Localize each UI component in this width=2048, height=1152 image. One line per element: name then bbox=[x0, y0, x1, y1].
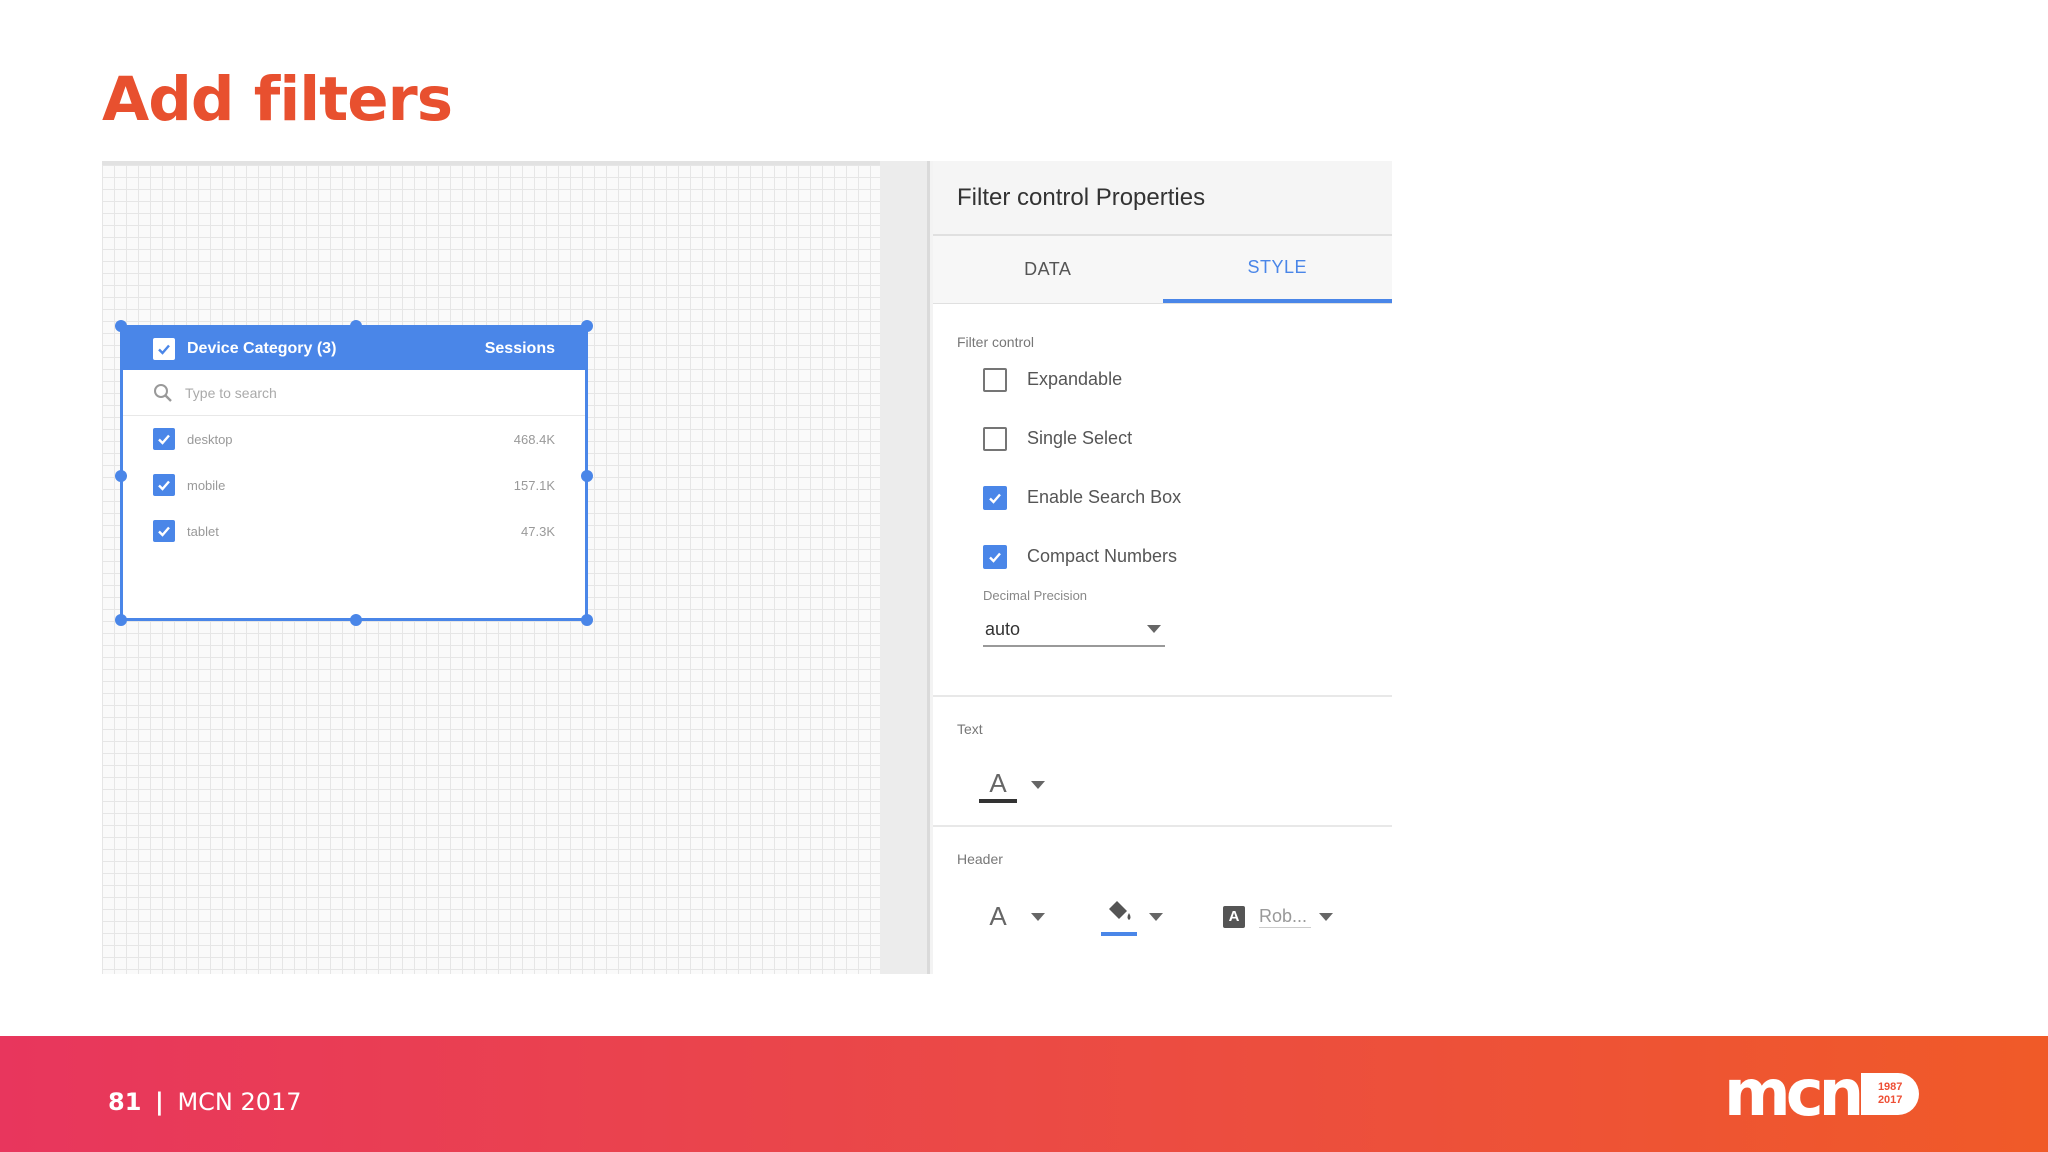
header-font-color-picker[interactable]: A bbox=[979, 901, 1045, 932]
text-section: Text A bbox=[933, 697, 1392, 827]
check-icon bbox=[158, 434, 170, 445]
resize-handle-bottom-right[interactable] bbox=[581, 614, 593, 626]
check-icon bbox=[158, 526, 170, 537]
check-icon bbox=[989, 493, 1001, 504]
resize-handle-bottom-left[interactable] bbox=[115, 614, 127, 626]
header-fill-color-picker[interactable] bbox=[1101, 897, 1163, 936]
page-info: 81 | MCN 2017 bbox=[108, 1088, 302, 1116]
event-name: MCN 2017 bbox=[177, 1088, 302, 1116]
check-icon bbox=[158, 344, 170, 355]
option-expandable[interactable]: Expandable bbox=[957, 350, 1392, 409]
option-compact-numbers[interactable]: Compact Numbers bbox=[957, 527, 1392, 586]
app-screenshot: Device Category (3) Sessions Type to sea… bbox=[102, 161, 1392, 974]
compact-numbers-checkbox[interactable] bbox=[983, 544, 1007, 569]
row-label: desktop bbox=[187, 431, 233, 447]
single-select-checkbox[interactable] bbox=[983, 426, 1007, 451]
logo-year-badge: 1987 2017 bbox=[1861, 1073, 1920, 1115]
page-separator: | bbox=[155, 1088, 164, 1116]
resize-handle-bottom[interactable] bbox=[350, 614, 362, 626]
logo-badge-bottom: 2017 bbox=[1877, 1094, 1903, 1106]
chevron-down-icon bbox=[1031, 781, 1045, 789]
option-label: Compact Numbers bbox=[1027, 546, 1178, 566]
option-label: Enable Search Box bbox=[1027, 487, 1182, 507]
properties-panel: Filter control Properties DATA STYLE Fil… bbox=[933, 161, 1392, 974]
row-label: mobile bbox=[187, 477, 226, 493]
resize-handle-left[interactable] bbox=[115, 470, 127, 482]
filter-row[interactable]: tablet 47.3K bbox=[123, 508, 585, 554]
font-color-icon: A bbox=[979, 767, 1017, 803]
enable-search-box-checkbox[interactable] bbox=[983, 485, 1007, 510]
select-all-checkbox[interactable] bbox=[153, 338, 175, 360]
resize-handle-top[interactable] bbox=[350, 320, 362, 332]
filter-row[interactable]: desktop 468.4K bbox=[123, 416, 585, 462]
resize-handle-right[interactable] bbox=[581, 470, 593, 482]
resize-handle-top-left[interactable] bbox=[115, 320, 127, 332]
decimal-precision-select[interactable]: auto bbox=[983, 613, 1165, 647]
font-family-value: Rob... bbox=[1259, 906, 1311, 928]
search-placeholder: Type to search bbox=[185, 384, 277, 401]
section-label-text: Text bbox=[957, 721, 983, 737]
font-color-icon: A bbox=[989, 901, 1007, 931]
slide-title: Add filters bbox=[102, 64, 453, 135]
header-font-family-select[interactable]: A Rob... bbox=[1223, 905, 1333, 928]
row-checkbox[interactable] bbox=[153, 474, 175, 496]
filter-widget-metric: Sessions bbox=[484, 340, 555, 357]
option-label: Single Select bbox=[1027, 428, 1133, 448]
report-canvas[interactable]: Device Category (3) Sessions Type to sea… bbox=[102, 161, 880, 974]
font-family-icon: A bbox=[1223, 905, 1245, 928]
option-label: Expandable bbox=[1027, 369, 1123, 389]
search-icon bbox=[154, 383, 172, 402]
header-controls: A A Rob... bbox=[957, 897, 1392, 936]
section-label-header: Header bbox=[957, 851, 1003, 867]
logo-badge-top: 1987 bbox=[1877, 1081, 1903, 1093]
filter-row[interactable]: mobile 157.1K bbox=[123, 462, 585, 508]
chevron-down-icon bbox=[1319, 912, 1333, 921]
panel-title: Filter control Properties bbox=[933, 161, 1392, 236]
filter-search-box[interactable]: Type to search bbox=[123, 370, 585, 416]
row-value: 157.1K bbox=[513, 477, 555, 493]
option-enable-search-box[interactable]: Enable Search Box bbox=[957, 468, 1392, 527]
row-value: 468.4K bbox=[513, 431, 555, 447]
tab-data[interactable]: DATA bbox=[933, 236, 1163, 303]
check-icon bbox=[158, 480, 170, 491]
section-label-filter-control: Filter control bbox=[957, 334, 1035, 350]
filter-widget-title: Device Category (3) bbox=[187, 340, 337, 357]
text-color-picker[interactable]: A bbox=[979, 767, 1392, 803]
filter-control-section: Filter control Expandable Single Select … bbox=[933, 304, 1392, 697]
canvas-gutter bbox=[880, 161, 930, 974]
row-checkbox[interactable] bbox=[153, 428, 175, 450]
row-value: 47.3K bbox=[521, 523, 555, 539]
filter-widget-header: Device Category (3) Sessions bbox=[123, 328, 585, 370]
check-icon bbox=[989, 552, 1001, 563]
filter-control-widget[interactable]: Device Category (3) Sessions Type to sea… bbox=[115, 320, 593, 626]
decimal-precision-value: auto bbox=[985, 618, 1021, 639]
panel-tabs: DATA STYLE bbox=[933, 236, 1392, 304]
slide: Add filters Device Category (3) Sessions bbox=[0, 0, 2048, 1152]
fill-color-icon bbox=[1101, 897, 1137, 936]
logo-wordmark: mcn bbox=[1724, 1057, 1864, 1131]
row-checkbox[interactable] bbox=[153, 520, 175, 542]
chevron-down-icon bbox=[1147, 625, 1161, 633]
chevron-down-icon bbox=[1149, 912, 1163, 921]
chevron-down-icon bbox=[1031, 912, 1045, 921]
expandable-checkbox[interactable] bbox=[983, 367, 1007, 392]
page-number: 81 bbox=[108, 1088, 142, 1116]
tab-style[interactable]: STYLE bbox=[1162, 236, 1392, 303]
row-label: tablet bbox=[187, 523, 219, 539]
resize-handle-top-right[interactable] bbox=[581, 320, 593, 332]
option-single-select[interactable]: Single Select bbox=[957, 409, 1392, 468]
decimal-precision-label: Decimal Precision bbox=[983, 588, 1088, 603]
header-section: Header A A Rob... bbox=[933, 827, 1392, 972]
mcn-logo: mcn 1987 2017 bbox=[1724, 1057, 1920, 1131]
